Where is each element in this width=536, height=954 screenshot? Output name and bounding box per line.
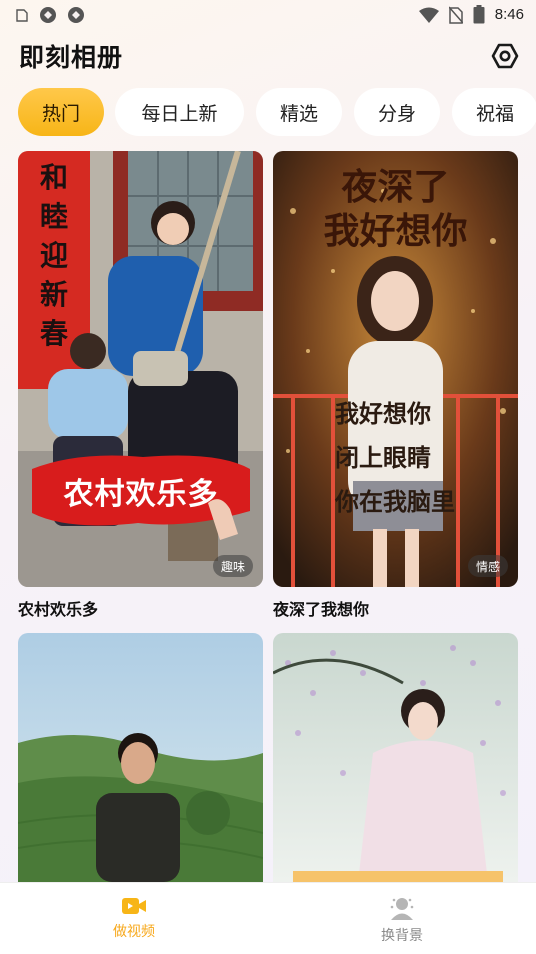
sync-icon — [40, 7, 56, 23]
overlay-line: 夜深了 — [341, 167, 450, 207]
template-thumbnail[interactable]: 和 睦 迎 新 春 农村欢乐多 趣味 — [18, 151, 263, 587]
template-title: 农村欢乐多 — [18, 600, 99, 619]
page-title: 即刻相册 — [19, 43, 124, 72]
poster-character: 迎 — [39, 241, 68, 272]
notification-app-icon — [16, 8, 28, 22]
poster-character: 春 — [39, 319, 68, 350]
template-thumbnail[interactable]: 夜深了 我好想你 我好想你 闭上眼睛 你在我脑里 情感 — [273, 151, 518, 587]
no-sim-icon — [448, 6, 463, 24]
wifi-icon — [418, 7, 439, 23]
poster-text: 和 睦 迎 新 春 — [26, 159, 82, 354]
battery-icon — [473, 5, 485, 24]
sync-icon — [68, 7, 84, 23]
overlay-line: 我好想你 — [323, 211, 468, 251]
category-badge: 情感 — [467, 555, 508, 577]
settings-button[interactable] — [488, 39, 522, 73]
tab-clone[interactable]: 分身 — [354, 88, 440, 136]
status-time: 8:46 — [494, 6, 524, 23]
poster-character: 和 — [39, 163, 68, 194]
tab-daily-new[interactable]: 每日上新 — [115, 88, 244, 136]
overlay-line: 闭上眼睛 — [335, 446, 431, 472]
tab-featured[interactable]: 精选 — [256, 88, 342, 136]
template-thumbnail[interactable] — [18, 633, 263, 882]
template-thumbnail[interactable] — [273, 633, 518, 882]
person-portrait-icon — [390, 898, 414, 920]
bottom-navigation: 做视频 换背景 — [0, 882, 536, 954]
video-camera-icon — [122, 898, 146, 914]
tab-hot[interactable]: 热门 — [18, 88, 104, 136]
nav-change-background[interactable]: 换背景 — [332, 883, 472, 954]
settings-hexagon-icon — [491, 43, 519, 69]
category-tabs: 热门 每日上新 精选 分身 祝福 — [18, 88, 536, 136]
status-bar: 8:46 — [0, 0, 536, 30]
tab-blessing[interactable]: 祝福 — [452, 88, 536, 136]
banner-overlay-text: 农村欢乐多 — [63, 477, 219, 512]
category-badge: 趣味 — [212, 555, 253, 577]
template-title: 夜深了我想你 — [273, 600, 370, 619]
overlay-line: 我好想你 — [335, 402, 431, 428]
nav-label: 换背景 — [381, 928, 423, 944]
title-overlay-text: 夜深了 我好想你 — [273, 165, 518, 253]
overlay-line: 你在我脑里 — [335, 490, 455, 516]
lyrics-overlay-text: 我好想你 闭上眼睛 你在我脑里 — [335, 393, 505, 525]
nav-make-video[interactable]: 做视频 — [64, 883, 204, 954]
poster-character: 新 — [39, 280, 68, 311]
nav-label: 做视频 — [113, 924, 155, 940]
poster-character: 睦 — [39, 202, 68, 233]
